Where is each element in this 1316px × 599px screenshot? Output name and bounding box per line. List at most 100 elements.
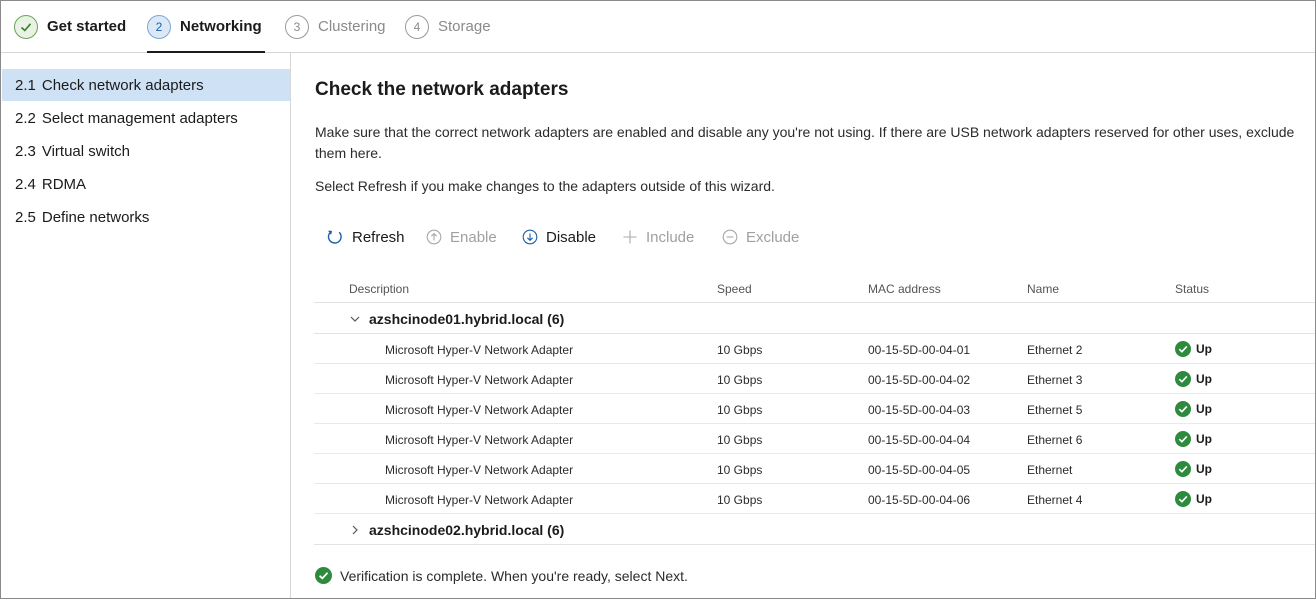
- cell-description: Microsoft Hyper-V Network Adapter: [385, 433, 574, 447]
- verification-status: Verification is complete. When you're re…: [315, 567, 688, 584]
- sidebar-item-number: 2.3: [15, 142, 36, 160]
- disable-label: Disable: [546, 228, 597, 246]
- step-label: Clustering: [318, 18, 386, 35]
- sidebar-item-define-networks[interactable]: 2.5 Define networks: [2, 201, 290, 233]
- table-row[interactable]: Microsoft Hyper-V Network Adapter 10 Gbp…: [314, 364, 1315, 394]
- cell-mac: 00-15-5D-00-04-04: [868, 433, 971, 447]
- status-up-icon: [1175, 491, 1191, 507]
- cell-status: Up: [1175, 371, 1212, 387]
- cell-name: Ethernet 3: [1027, 373, 1083, 387]
- cell-name: Ethernet 4: [1027, 493, 1083, 507]
- arrow-down-circle-icon: [522, 229, 538, 245]
- step-label: Networking: [180, 18, 262, 35]
- status-text: Up: [1196, 342, 1212, 356]
- cell-description: Microsoft Hyper-V Network Adapter: [385, 463, 574, 477]
- cell-mac: 00-15-5D-00-04-05: [868, 463, 971, 477]
- status-text: Up: [1196, 402, 1212, 416]
- include-button[interactable]: Include: [622, 225, 694, 249]
- cell-speed: 10 Gbps: [717, 343, 763, 357]
- status-up-icon: [1175, 461, 1191, 477]
- cell-name: Ethernet 6: [1027, 433, 1083, 447]
- cell-status: Up: [1175, 341, 1212, 357]
- sidebar-item-virtual-switch[interactable]: 2.3 Virtual switch: [2, 135, 290, 167]
- sidebar-item-label: Define networks: [41, 208, 150, 226]
- cell-status: Up: [1175, 491, 1212, 507]
- cell-description: Microsoft Hyper-V Network Adapter: [385, 403, 574, 417]
- step-label: Storage: [438, 18, 491, 35]
- exclude-label: Exclude: [746, 228, 800, 246]
- sidebar-item-number: 2.4: [15, 175, 36, 193]
- step-get-started[interactable]: Get started: [14, 1, 126, 52]
- success-check-icon: [315, 567, 332, 584]
- cell-name: Ethernet: [1027, 463, 1073, 477]
- table-row[interactable]: Microsoft Hyper-V Network Adapter 10 Gbp…: [314, 394, 1315, 424]
- chevron-right-icon[interactable]: [349, 524, 361, 536]
- sidebar-item-number: 2.1: [15, 76, 36, 94]
- cell-mac: 00-15-5D-00-04-01: [868, 343, 971, 357]
- adapters-table: Description Speed MAC address Name Statu…: [314, 273, 1315, 545]
- cell-speed: 10 Gbps: [717, 433, 763, 447]
- step-number: 4: [405, 14, 429, 39]
- refresh-button[interactable]: Refresh: [326, 225, 405, 249]
- group-label: azshcinode02.hybrid.local (6): [369, 522, 565, 538]
- step-clustering[interactable]: 3 Clustering: [285, 1, 386, 52]
- column-header-speed[interactable]: Speed: [717, 282, 752, 296]
- sidebar-item-label: Check network adapters: [41, 76, 204, 94]
- cell-speed: 10 Gbps: [717, 373, 763, 387]
- page-description: Make sure that the correct network adapt…: [315, 124, 1295, 161]
- table-row[interactable]: Microsoft Hyper-V Network Adapter 10 Gbp…: [314, 484, 1315, 514]
- status-up-icon: [1175, 431, 1191, 447]
- refresh-label: Refresh: [352, 228, 405, 246]
- cell-status: Up: [1175, 461, 1212, 477]
- arrow-up-circle-icon: [426, 229, 442, 245]
- group-row-node02[interactable]: azshcinode02.hybrid.local (6): [314, 514, 1315, 545]
- chevron-down-icon[interactable]: [349, 313, 361, 325]
- status-text: Up: [1196, 372, 1212, 386]
- sidebar-item-rdma[interactable]: 2.4 RDMA: [2, 168, 290, 200]
- table-row[interactable]: Microsoft Hyper-V Network Adapter 10 Gbp…: [314, 454, 1315, 484]
- sidebar-item-number: 2.2: [15, 109, 36, 127]
- cell-status: Up: [1175, 401, 1212, 417]
- column-header-name[interactable]: Name: [1027, 282, 1059, 296]
- status-up-icon: [1175, 341, 1191, 357]
- verification-message: Verification is complete. When you're re…: [340, 567, 688, 584]
- exclude-button[interactable]: Exclude: [722, 225, 799, 249]
- step-number: 2: [147, 14, 171, 39]
- sidebar: 2.1 Check network adapters 2.2 Select ma…: [1, 53, 291, 598]
- sidebar-item-select-management-adapters[interactable]: 2.2 Select management adapters: [2, 102, 290, 134]
- status-text: Up: [1196, 492, 1212, 506]
- refresh-icon: [327, 230, 342, 244]
- column-header-description[interactable]: Description: [349, 282, 409, 296]
- cell-mac: 00-15-5D-00-04-03: [868, 403, 971, 417]
- disable-button[interactable]: Disable: [522, 225, 596, 249]
- column-header-mac[interactable]: MAC address: [868, 282, 941, 296]
- cell-mac: 00-15-5D-00-04-02: [868, 373, 971, 387]
- include-label: Include: [646, 228, 695, 246]
- check-icon: [14, 14, 38, 39]
- status-text: Up: [1196, 432, 1212, 446]
- table-header: Description Speed MAC address Name Statu…: [314, 273, 1315, 303]
- page-title: Check the network adapters: [315, 79, 569, 100]
- group-row-node01[interactable]: azshcinode01.hybrid.local (6): [314, 303, 1315, 334]
- wizard-steps: Get started 2 Networking 3 Clustering 4 …: [1, 1, 1315, 53]
- step-networking[interactable]: 2 Networking: [147, 1, 265, 53]
- sidebar-item-label: RDMA: [41, 175, 87, 193]
- sidebar-item-number: 2.5: [15, 208, 36, 226]
- cell-speed: 10 Gbps: [717, 493, 763, 507]
- cell-mac: 00-15-5D-00-04-06: [868, 493, 971, 507]
- table-row[interactable]: Microsoft Hyper-V Network Adapter 10 Gbp…: [314, 424, 1315, 454]
- cell-name: Ethernet 5: [1027, 403, 1083, 417]
- status-up-icon: [1175, 371, 1191, 387]
- cell-speed: 10 Gbps: [717, 463, 763, 477]
- column-header-status[interactable]: Status: [1175, 282, 1209, 296]
- cell-speed: 10 Gbps: [717, 403, 763, 417]
- main-content: Check the network adapters Make sure tha…: [292, 53, 1315, 598]
- sidebar-item-check-network-adapters[interactable]: 2.1 Check network adapters: [2, 69, 290, 101]
- enable-button[interactable]: Enable: [426, 225, 497, 249]
- step-storage[interactable]: 4 Storage: [405, 1, 491, 52]
- refresh-hint: Select Refresh if you make changes to th…: [315, 178, 775, 194]
- table-row[interactable]: Microsoft Hyper-V Network Adapter 10 Gbp…: [314, 334, 1315, 364]
- minus-circle-icon: [722, 229, 738, 245]
- enable-label: Enable: [450, 228, 497, 246]
- sidebar-item-label: Virtual switch: [41, 142, 130, 160]
